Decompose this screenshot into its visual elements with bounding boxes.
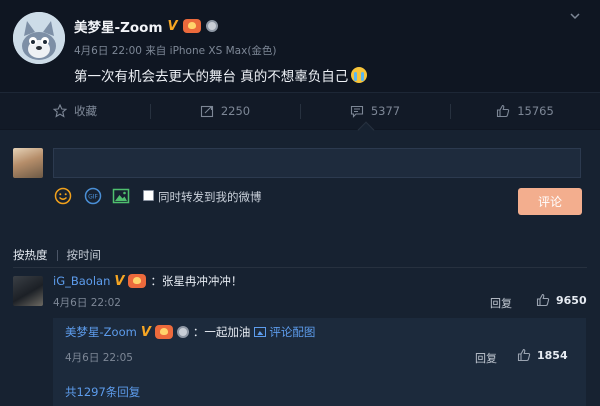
comment-reply-button[interactable]: 回复 bbox=[490, 295, 512, 311]
reply-line: 美梦星-Zoom V ：一起加油 评论配图 bbox=[65, 324, 315, 340]
fan-badge-icon[interactable] bbox=[154, 325, 173, 339]
comment-time: 4月6日 22:02 bbox=[53, 297, 121, 309]
post-content: 第一次有机会去更大的舞台 真的不想辜负自己 bbox=[74, 65, 368, 85]
comment-like-count: 9650 bbox=[556, 293, 587, 307]
verified-v-icon[interactable]: V bbox=[141, 326, 151, 339]
thumbs-up-icon bbox=[536, 293, 550, 307]
picture-icon bbox=[254, 327, 267, 337]
svg-text:GIF: GIF bbox=[88, 194, 98, 201]
reply-like-button[interactable]: 1854 bbox=[517, 348, 568, 362]
author-row: 美梦星-Zoom V bbox=[74, 16, 218, 36]
like-button[interactable]: 15765 bbox=[450, 93, 600, 129]
thumbs-up-icon bbox=[497, 104, 510, 118]
tom-cat-avatar-image bbox=[13, 12, 65, 64]
sort-separator bbox=[56, 249, 58, 261]
comment-like-button[interactable]: 9650 bbox=[536, 293, 587, 307]
thumbs-up-icon bbox=[517, 348, 531, 362]
my-avatar bbox=[13, 148, 43, 178]
reply-like-count: 1854 bbox=[537, 348, 568, 362]
image-icon[interactable] bbox=[112, 187, 130, 205]
author-name[interactable]: 美梦星-Zoom bbox=[74, 16, 163, 36]
favorite-label: 收藏 bbox=[74, 104, 97, 118]
reply-user-name[interactable]: 美梦星-Zoom bbox=[65, 324, 137, 340]
star-icon bbox=[53, 104, 67, 118]
favorite-button[interactable]: 收藏 bbox=[0, 93, 150, 129]
comment-button[interactable]: 5377 bbox=[300, 93, 450, 129]
sort-by-hot-tab[interactable]: 按热度 bbox=[13, 247, 48, 263]
verified-v-icon[interactable]: V bbox=[114, 275, 124, 288]
submit-comment-button[interactable]: 评论 bbox=[518, 188, 582, 215]
repost-checkbox-label[interactable]: 同时转发到我的微博 bbox=[158, 189, 262, 205]
chevron-down-icon[interactable] bbox=[569, 10, 581, 22]
sort-by-time-tab[interactable]: 按时间 bbox=[67, 247, 102, 263]
verified-v-icon[interactable]: V bbox=[168, 20, 178, 33]
sort-tabs: 按热度 按时间 bbox=[13, 247, 101, 263]
weibo-post: 美梦星-Zoom V 4月6日 22:00 来自 iPhone XS Max(金… bbox=[0, 0, 600, 406]
comment-user-avatar[interactable] bbox=[13, 276, 43, 306]
repost-count: 2250 bbox=[220, 104, 251, 118]
reply-reply-button[interactable]: 回复 bbox=[475, 350, 497, 366]
medal-icon[interactable] bbox=[205, 20, 218, 32]
fan-badge-icon[interactable] bbox=[128, 274, 147, 288]
repost-checkbox[interactable] bbox=[143, 190, 154, 201]
comment-line: iG_Baolan V ：张星冉冲冲冲！ bbox=[53, 273, 242, 289]
comment-text: ：张星冉冲冲冲！ bbox=[150, 274, 243, 288]
post-source: 来自 iPhone XS Max(金色) bbox=[145, 45, 277, 57]
repost-icon bbox=[200, 105, 213, 118]
post-timestamp[interactable]: 4月6日 22:00 bbox=[74, 45, 142, 57]
more-replies-link[interactable]: 共1297条回复 bbox=[65, 384, 140, 400]
reply-image-link[interactable]: 评论配图 bbox=[254, 324, 315, 340]
reply-text: ：一起加油 bbox=[192, 325, 251, 339]
like-count: 15765 bbox=[517, 104, 554, 118]
fan-badge-icon[interactable] bbox=[182, 19, 201, 33]
gif-icon[interactable]: GIF bbox=[84, 187, 102, 205]
repost-button[interactable]: 2250 bbox=[150, 93, 300, 129]
medal-icon[interactable] bbox=[176, 326, 189, 338]
reply-image-link-label: 评论配图 bbox=[269, 325, 316, 339]
comment-count: 5377 bbox=[370, 104, 401, 118]
comment-panel: GIF 同时转发到我的微博 评论 按热度 按时间 iG_Baolan V ：张星… bbox=[0, 130, 600, 406]
post-meta: 4月6日 22:00 来自 iPhone XS Max(金色) bbox=[74, 43, 277, 58]
comment-user-name[interactable]: iG_Baolan bbox=[53, 274, 110, 288]
post-text: 第一次有机会去更大的舞台 真的不想辜负自己 bbox=[74, 69, 349, 85]
emoji-icon[interactable] bbox=[54, 187, 72, 205]
reply-time: 4月6日 22:05 bbox=[65, 352, 133, 364]
action-bar: 收藏 2250 5377 15765 bbox=[0, 92, 600, 129]
author-avatar[interactable] bbox=[13, 12, 65, 64]
reply-thread: 美梦星-Zoom V ：一起加油 评论配图 4月6日 22:05 回复 1854… bbox=[53, 318, 586, 406]
comment-input[interactable] bbox=[53, 148, 581, 178]
comment-icon bbox=[350, 105, 363, 118]
divider bbox=[13, 267, 587, 268]
crying-emoji-icon bbox=[351, 67, 368, 83]
